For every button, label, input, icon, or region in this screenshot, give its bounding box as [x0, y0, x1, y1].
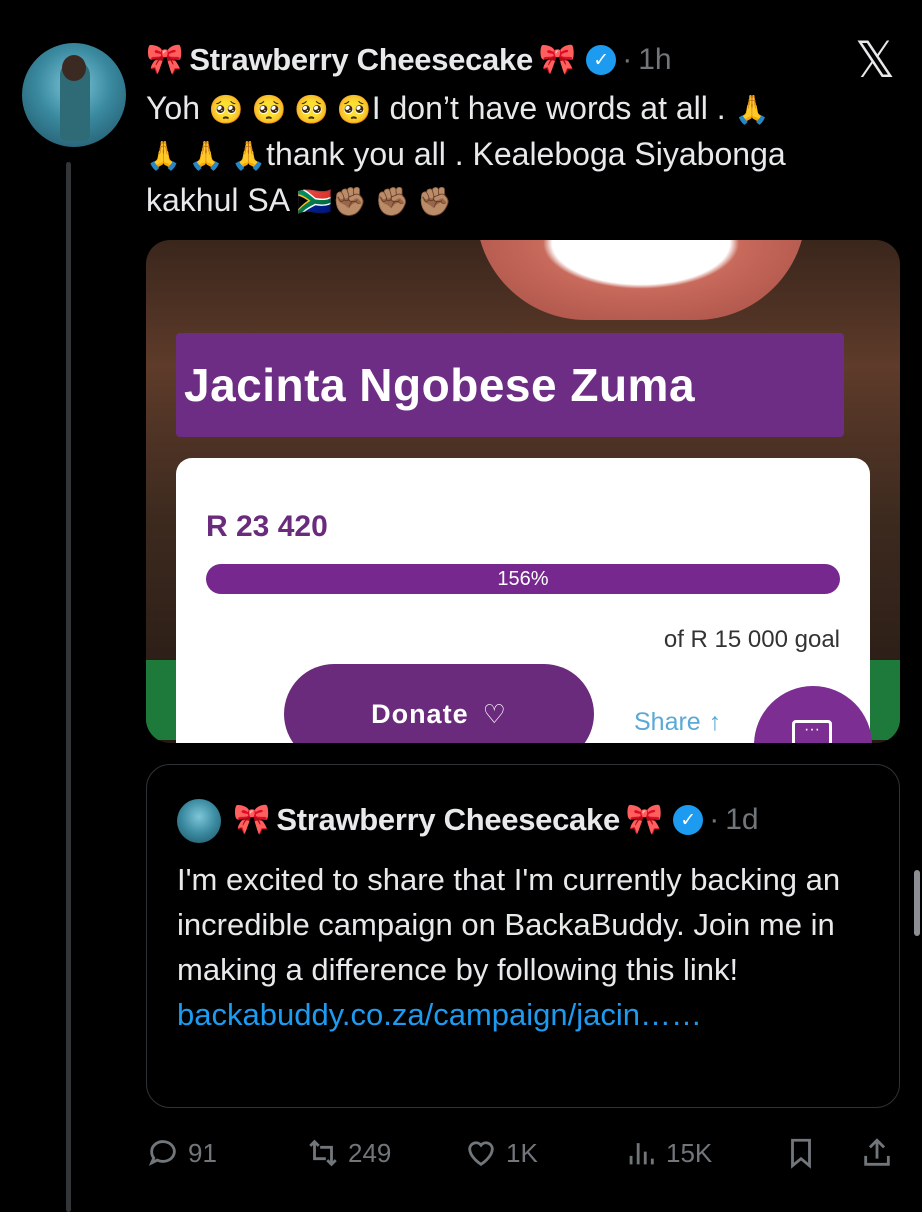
quote-header: 🎀 Strawberry Cheesecake 🎀 ✓ · 1d: [233, 797, 759, 843]
reply-count: 91: [188, 1137, 217, 1168]
bookmark-button[interactable]: [784, 1128, 818, 1178]
retweet-count: 249: [348, 1137, 392, 1168]
dot-separator: ·: [709, 803, 720, 836]
reply-button[interactable]: 91: [146, 1128, 217, 1178]
quoted-tweet[interactable]: 🎀 Strawberry Cheesecake 🎀 ✓ · 1d I'm exc…: [146, 764, 900, 1108]
flag-emoji: 🇿🇦: [297, 186, 333, 217]
quote-body: I'm excited to share that I'm currently …: [177, 862, 841, 987]
progress-percent: 156%: [497, 568, 549, 590]
progress-bar: 156%: [206, 564, 840, 594]
pray-emojis: 🙏 🙏 🙏: [146, 140, 267, 171]
x-logo-icon[interactable]: 𝕏: [850, 35, 900, 85]
action-bar: 91 249 1K 15K: [146, 1128, 900, 1178]
views-icon: [629, 1143, 654, 1165]
share-arrow-icon: ↑: [708, 708, 722, 736]
bow-emoji-right: 🎀: [625, 803, 664, 836]
share-link[interactable]: Share ↑: [634, 708, 721, 737]
donate-button[interactable]: Donate ♡: [284, 664, 594, 743]
bow-emoji-left: 🎀: [146, 43, 184, 76]
share-icon: [864, 1138, 890, 1166]
tweet-header: 🎀 Strawberry Cheesecake 🎀 ✓ · 1h: [146, 38, 672, 82]
pleading-face-emojis: 🥺 🥺 🥺 🥺: [208, 94, 372, 125]
donate-label: Donate: [371, 698, 469, 729]
quote-avatar: [177, 799, 221, 843]
pray-emoji: 🙏: [734, 94, 770, 125]
retweet-icon: [309, 1139, 337, 1167]
tweet-text: Yoh 🥺 🥺 🥺 🥺I don’t have words at all . 🙏…: [146, 86, 866, 224]
author-name[interactable]: Strawberry Cheesecake: [189, 42, 533, 78]
like-button[interactable]: 1K: [464, 1128, 538, 1178]
quote-text: I'm excited to share that I'm currently …: [177, 857, 867, 1037]
goal-text: of R 15 000 goal: [663, 626, 840, 653]
tweet-text-part: Yoh: [146, 90, 209, 126]
verified-icon: ✓: [673, 805, 704, 835]
like-icon: [468, 1141, 494, 1167]
chat-bubble-button[interactable]: ···: [754, 686, 872, 743]
reply-icon: [148, 1140, 176, 1166]
tweet-text-part: kakhul SA: [146, 182, 298, 218]
quote-link[interactable]: backabuddy.co.za/campaign/jacin……: [177, 997, 702, 1032]
quote-time: 1d: [725, 803, 759, 836]
retweet-button[interactable]: 249: [306, 1128, 391, 1178]
tweet-time[interactable]: 1h: [638, 43, 671, 77]
campaign-card: R 23 420 156% of R 15 000 goal Donate ♡ …: [176, 458, 872, 743]
views-button[interactable]: 15K: [624, 1128, 712, 1178]
bow-emoji-right: 🎀: [538, 43, 577, 76]
tweet-text-part: I don’t have words at all .: [371, 90, 735, 126]
like-count: 1K: [506, 1137, 538, 1168]
avatar[interactable]: [22, 43, 126, 147]
dot-separator: ·: [622, 43, 633, 76]
views-count: 15K: [666, 1137, 713, 1168]
share-label: Share: [634, 708, 701, 736]
media-image[interactable]: Jacinta Ngobese Zuma R 23 420 156% of R …: [146, 240, 900, 743]
thread-line: [66, 162, 71, 1212]
tweet-text-part: thank you all . Kealeboga Siyabonga: [266, 136, 786, 172]
avatar-head: [62, 55, 86, 81]
campaign-name-banner: Jacinta Ngobese Zuma: [176, 333, 844, 437]
photo-smile: [476, 240, 806, 320]
share-button[interactable]: [860, 1128, 894, 1178]
quote-author-name: Strawberry Cheesecake: [276, 802, 620, 837]
scrollbar[interactable]: [914, 870, 920, 936]
bow-emoji-left: 🎀: [233, 803, 271, 836]
raised-amount: R 23 420: [206, 510, 328, 543]
heart-icon: ♡: [482, 698, 507, 729]
bookmark-icon: [791, 1138, 811, 1169]
fist-emojis: ✊🏽 ✊🏽 ✊🏽: [332, 186, 453, 217]
chat-icon: ···: [792, 720, 832, 743]
verified-icon: ✓: [586, 45, 617, 75]
